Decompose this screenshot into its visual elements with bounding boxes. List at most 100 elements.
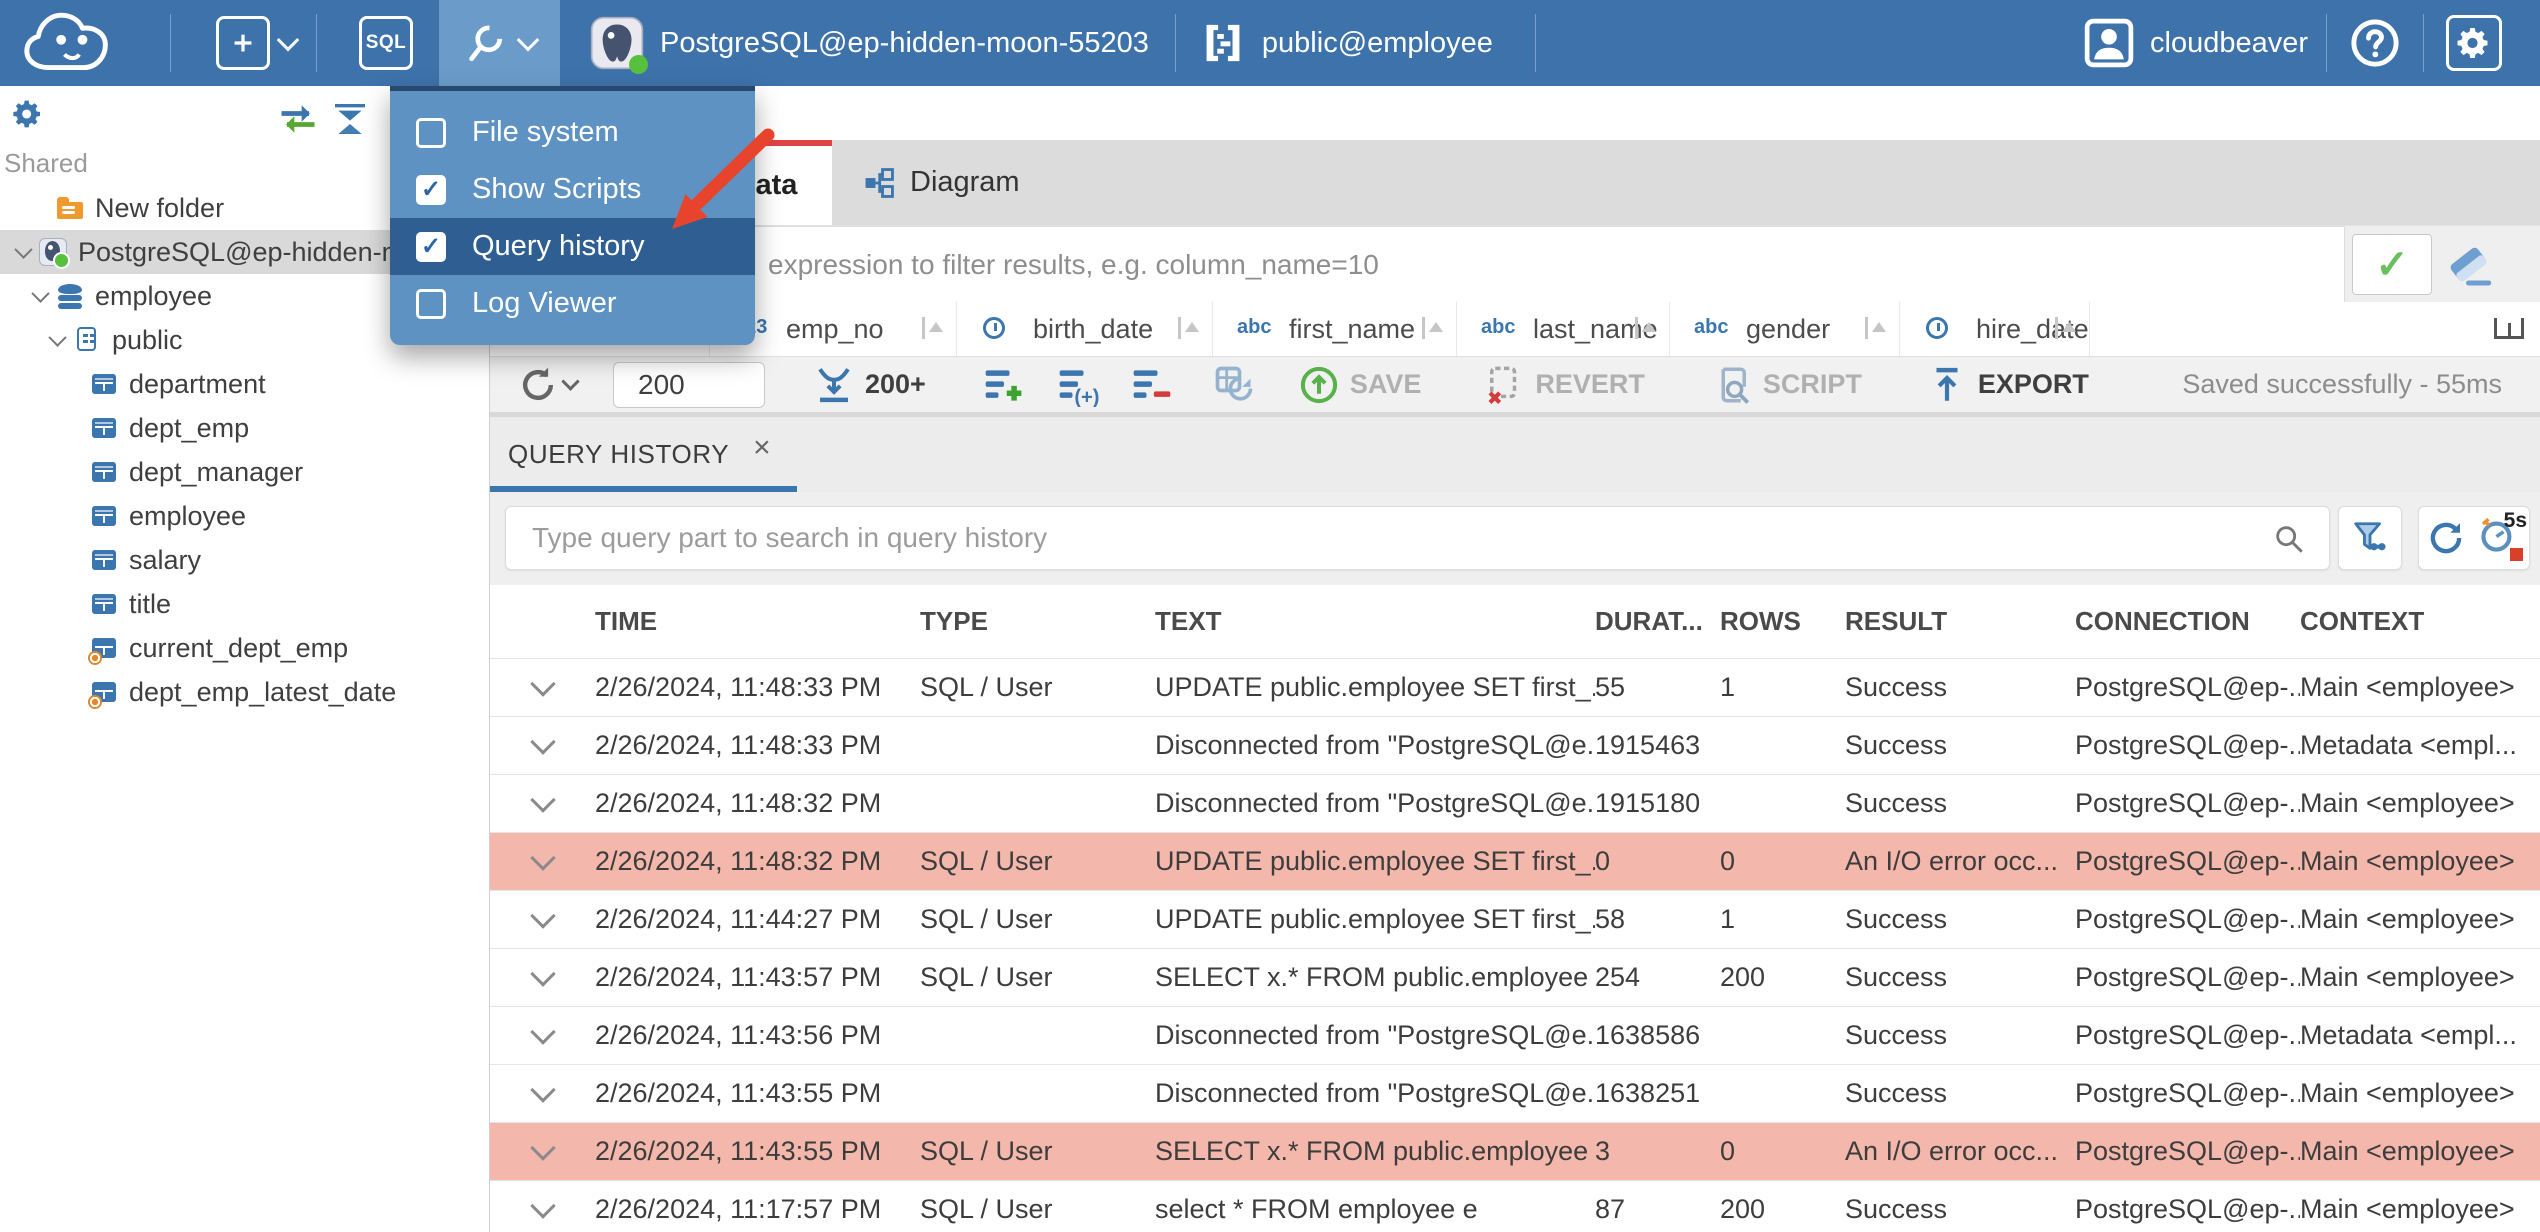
column-label: birth_date <box>1033 313 1154 344</box>
help-button[interactable] <box>2327 17 2423 69</box>
tree-item[interactable]: title <box>0 582 489 626</box>
new-connection-button[interactable] <box>216 16 300 70</box>
tree-item[interactable]: dept_emp_latest_date <box>0 670 489 714</box>
fetch-more-button[interactable]: 200+ <box>813 364 926 406</box>
menu-item[interactable]: Query history <box>390 218 755 275</box>
expand-row-chevron-icon[interactable] <box>529 903 556 929</box>
main-panel: Data Diagram ✓ <box>490 86 2540 1232</box>
revert-button[interactable]: REVERT <box>1483 364 1645 406</box>
expand-row-chevron-icon[interactable] <box>529 1135 556 1161</box>
settings-button[interactable] <box>2424 15 2524 71</box>
export-button[interactable]: EXPORT <box>1926 364 2089 406</box>
tab-query-history-label: QUERY HISTORY <box>508 439 730 469</box>
add-row-button[interactable] <box>982 363 1026 407</box>
bottom-panel-tabs: QUERY HISTORY × <box>490 417 2540 492</box>
cell-context: Metadata <empl... <box>2300 1020 2517 1050</box>
expand-row-chevron-icon[interactable] <box>529 671 556 697</box>
sort-icon[interactable] <box>920 316 944 342</box>
refresh-grid-button[interactable] <box>1212 363 1256 407</box>
history-column-header: CONTEXT <box>2300 606 2540 637</box>
tree-expand-chevron-icon[interactable] <box>25 290 56 303</box>
checkbox-icon[interactable] <box>416 231 446 262</box>
cell-context: Main <employee> <box>2300 962 2515 992</box>
chevron-down-icon <box>561 372 580 391</box>
query-history-row[interactable]: 2/26/2024, 11:48:33 PM Disconnected from… <box>490 716 2540 774</box>
expand-row-chevron-icon[interactable] <box>529 1077 556 1103</box>
query-history-row[interactable]: 2/26/2024, 11:48:32 PM SQL / User UPDATE… <box>490 832 2540 890</box>
sync-connection-icon[interactable] <box>276 102 320 136</box>
tab-diagram[interactable]: Diagram <box>840 140 1042 225</box>
tree-item[interactable]: employee <box>0 494 489 538</box>
grid-column-header[interactable]: last_name <box>1457 302 1670 356</box>
close-icon[interactable]: × <box>753 431 771 465</box>
cell-type: SQL / User <box>920 962 1053 992</box>
tree-item[interactable]: dept_emp <box>0 406 489 450</box>
sort-icon[interactable] <box>2053 316 2077 342</box>
grid-column-header[interactable]: gender <box>1670 302 1900 356</box>
grid-panel-icon[interactable] <box>2494 318 2524 339</box>
query-history-search-input[interactable] <box>505 506 2330 570</box>
query-history-row[interactable]: 2/26/2024, 11:43:57 PM SQL / User SELECT… <box>490 948 2540 1006</box>
apply-filter-button[interactable]: ✓ <box>2352 234 2432 295</box>
tree-item[interactable]: department <box>0 362 489 406</box>
query-history-row[interactable]: 2/26/2024, 11:48:32 PM Disconnected from… <box>490 774 2540 832</box>
menu-item[interactable]: Log Viewer <box>390 275 755 332</box>
query-history-row[interactable]: 2/26/2024, 11:48:33 PM SQL / User UPDATE… <box>490 658 2540 716</box>
tree-item[interactable]: dept_manager <box>0 450 489 494</box>
tree-item[interactable]: salary <box>0 538 489 582</box>
delete-row-button[interactable] <box>1130 363 1174 407</box>
connection-selector[interactable]: PostgreSQL@ep-hidden-moon-55203 <box>578 16 1161 74</box>
checkbox-icon[interactable] <box>416 174 446 205</box>
filter-expression-input[interactable] <box>490 226 2345 303</box>
query-history-row[interactable]: 2/26/2024, 11:43:56 PM Disconnected from… <box>490 1006 2540 1064</box>
grid-column-header[interactable]: birth_date <box>957 302 1213 356</box>
tab-query-history[interactable]: QUERY HISTORY × <box>490 417 798 492</box>
history-filter-button[interactable] <box>2338 506 2402 570</box>
sort-icon[interactable] <box>1863 316 1887 342</box>
tools-menu-button[interactable] <box>439 0 560 86</box>
refresh-button[interactable] <box>516 363 580 407</box>
expand-row-chevron-icon[interactable] <box>529 787 556 813</box>
sql-editor-button[interactable]: SQL <box>359 16 413 70</box>
checkbox-icon[interactable] <box>416 288 446 319</box>
history-column-header: TIME <box>595 606 920 637</box>
auto-refresh-timer-icon[interactable]: 5s <box>2479 509 2527 563</box>
history-refresh-icon[interactable] <box>2425 517 2467 559</box>
history-column-label: TEXT <box>1155 606 1222 636</box>
history-column-label: TYPE <box>920 606 988 636</box>
grid-column-header[interactable]: first_name <box>1213 302 1457 356</box>
expand-row-chevron-icon[interactable] <box>529 1193 556 1219</box>
sidebar-settings-gear-icon[interactable] <box>12 98 44 130</box>
menu-item[interactable]: File system <box>390 104 755 161</box>
sort-icon[interactable] <box>1420 316 1444 342</box>
query-history-row[interactable]: 2/26/2024, 11:17:57 PM SQL / User select… <box>490 1180 2540 1232</box>
fetch-size-input[interactable] <box>613 361 765 408</box>
expand-row-chevron-icon[interactable] <box>529 1019 556 1045</box>
tree-item[interactable]: current_dept_emp <box>0 626 489 670</box>
expand-row-chevron-icon[interactable] <box>529 845 556 871</box>
tree-expand-chevron-icon[interactable] <box>8 246 39 259</box>
cell-time: 2/26/2024, 11:44:27 PM <box>595 904 882 934</box>
cloudbeaver-logo-icon[interactable] <box>16 7 126 79</box>
eraser-icon[interactable] <box>2446 238 2500 292</box>
cell-result: Success <box>1845 1020 1948 1050</box>
expand-row-chevron-icon[interactable] <box>529 729 556 755</box>
duplicate-row-button[interactable]: (+) <box>1056 363 1100 407</box>
checkbox-icon[interactable] <box>416 117 446 148</box>
schema-selector[interactable]: public@employee <box>1176 20 1517 66</box>
user-menu-button[interactable]: cloudbeaver <box>2066 18 2326 68</box>
collapse-all-icon[interactable] <box>330 102 370 136</box>
sort-icon[interactable] <box>1176 316 1200 342</box>
tree-expand-chevron-icon[interactable] <box>42 334 73 347</box>
menu-item[interactable]: Show Scripts <box>390 161 755 218</box>
query-history-row[interactable]: 2/26/2024, 11:44:27 PM SQL / User UPDATE… <box>490 890 2540 948</box>
sort-icon[interactable] <box>1633 316 1657 342</box>
query-history-row[interactable]: 2/26/2024, 11:43:55 PM SQL / User SELECT… <box>490 1122 2540 1180</box>
query-history-row[interactable]: 2/26/2024, 11:43:55 PM Disconnected from… <box>490 1064 2540 1122</box>
tree-item-label: employee <box>95 280 213 311</box>
save-button[interactable]: SAVE <box>1298 364 1421 406</box>
shared-section-label: Shared <box>4 148 88 178</box>
expand-row-chevron-icon[interactable] <box>529 961 556 987</box>
script-button[interactable]: SCRIPT <box>1711 364 1862 406</box>
grid-column-header[interactable]: hire_date <box>1900 302 2090 356</box>
